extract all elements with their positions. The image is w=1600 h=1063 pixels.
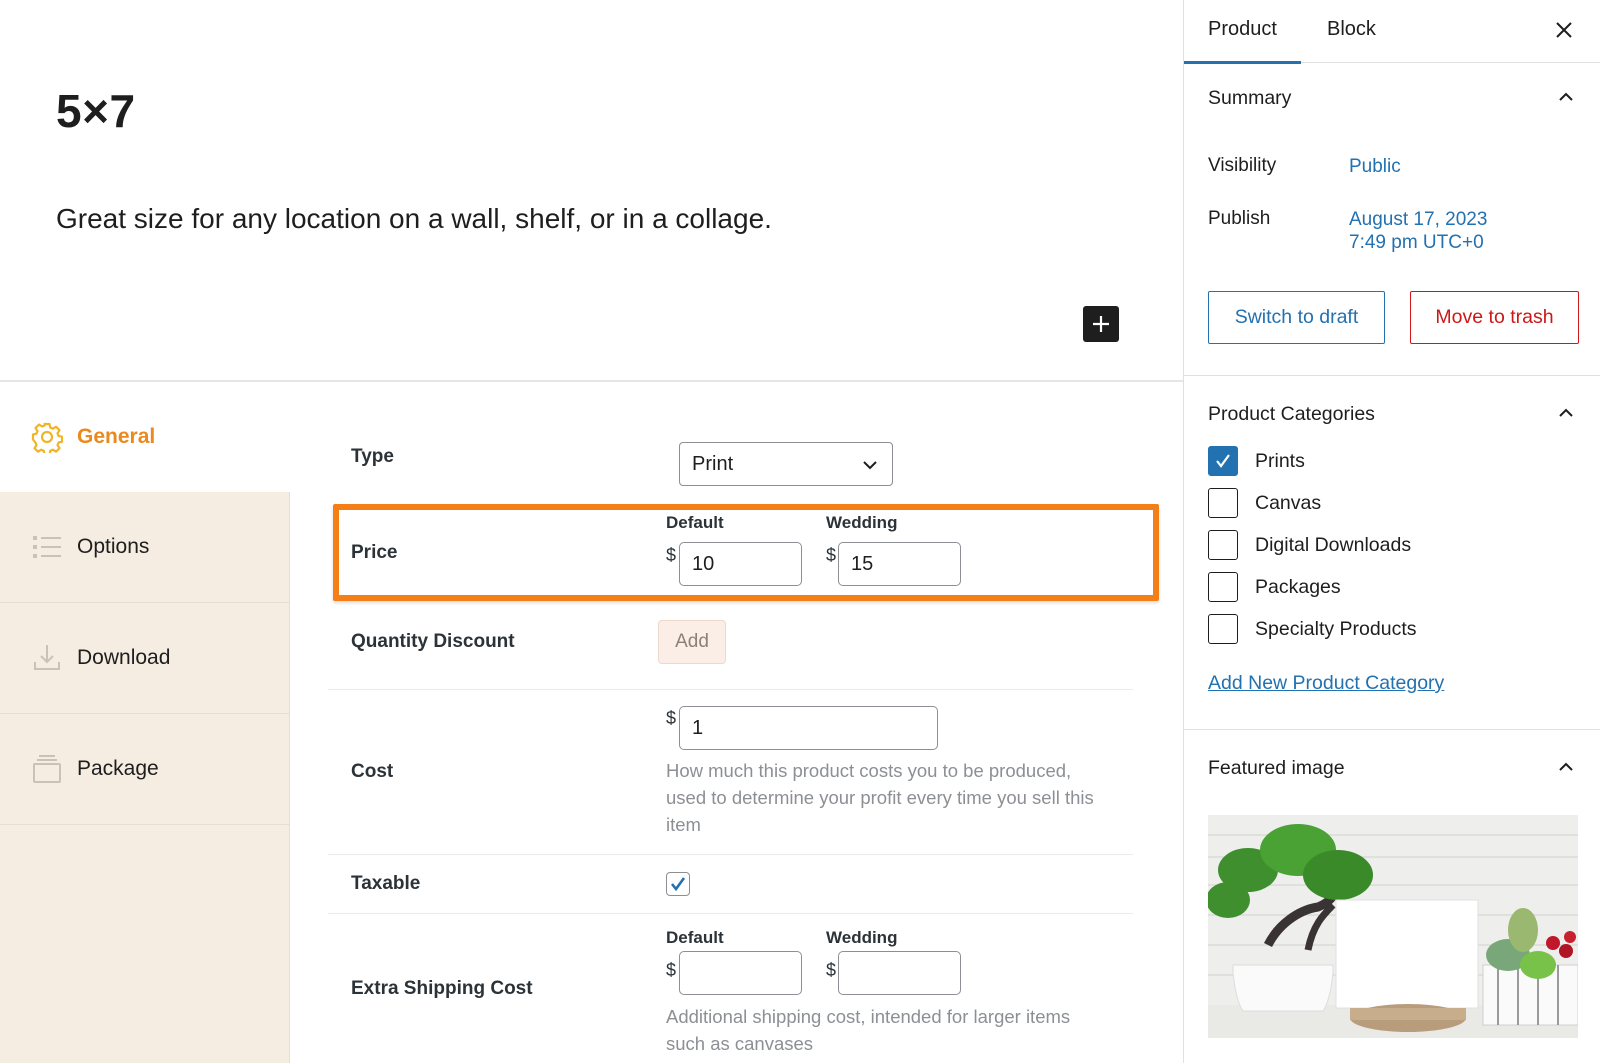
summary-panel: Summary Visibility Public Publish August…: [1184, 63, 1600, 376]
taxable-row: Taxable: [335, 855, 1140, 914]
type-label: Type: [351, 446, 394, 467]
metabox-tabs: General Options Download Package: [0, 382, 290, 1063]
tab-download-label: Download: [77, 646, 171, 669]
publish-time: 7:49 pm UTC+0: [1349, 232, 1484, 253]
tab-options-label: Options: [77, 535, 150, 558]
taxable-checkbox[interactable]: [666, 872, 690, 896]
editor-canvas: 5×7 Great size for any location on a wal…: [0, 0, 1183, 1063]
category-label: Digital Downloads: [1255, 533, 1412, 556]
tab-product[interactable]: Product: [1184, 0, 1301, 64]
category-checkbox[interactable]: [1208, 572, 1238, 602]
move-to-trash-button[interactable]: Move to trash: [1410, 291, 1579, 344]
tab-package[interactable]: Package: [0, 714, 290, 825]
extra-shipping-default-input[interactable]: [679, 951, 802, 995]
tab-block[interactable]: Block: [1327, 0, 1376, 63]
tab-options[interactable]: Options: [0, 492, 290, 603]
chevron-up-icon[interactable]: [1554, 755, 1578, 779]
summary-title[interactable]: Summary: [1208, 87, 1291, 110]
post-excerpt[interactable]: Great size for any location on a wall, s…: [56, 203, 772, 235]
checkmark-icon: [670, 877, 686, 892]
featured-image-title[interactable]: Featured image: [1208, 757, 1345, 780]
price-wedding-label: Wedding: [826, 513, 898, 532]
chevron-down-icon: [863, 461, 877, 470]
download-icon: [31, 642, 63, 674]
close-icon: [1556, 22, 1572, 38]
checkmark-icon: [1216, 454, 1230, 468]
chevron-up-icon[interactable]: [1554, 85, 1578, 109]
type-row: Type Print: [335, 382, 1140, 497]
close-sidebar-button[interactable]: [1550, 16, 1578, 44]
price-default-label: Default: [666, 513, 724, 532]
category-item-prints[interactable]: Prints: [1208, 446, 1305, 476]
chevron-up-icon[interactable]: [1554, 401, 1578, 425]
category-checkbox[interactable]: [1208, 488, 1238, 518]
currency-symbol: $: [826, 960, 837, 980]
extra-shipping-wedding-label: Wedding: [826, 928, 898, 947]
post-title[interactable]: 5×7: [56, 84, 136, 138]
package-icon: [31, 753, 63, 785]
currency-symbol: $: [666, 545, 677, 565]
switch-to-draft-button[interactable]: Switch to draft: [1208, 291, 1385, 344]
list-icon: [31, 531, 63, 563]
price-wedding-input[interactable]: [838, 542, 961, 586]
sidebar-tabs: Product Block: [1184, 0, 1600, 64]
visibility-value[interactable]: Public: [1349, 155, 1401, 178]
publish-label: Publish: [1208, 208, 1271, 229]
taxable-label: Taxable: [351, 873, 421, 894]
category-item-canvas[interactable]: Canvas: [1208, 488, 1321, 518]
price-row: Price Default $ Wedding $: [335, 504, 1140, 601]
quantity-discount-label: Quantity Discount: [351, 631, 515, 652]
extra-shipping-default-label: Default: [666, 928, 724, 947]
category-label: Canvas: [1255, 491, 1322, 514]
add-block-button[interactable]: [1083, 306, 1119, 342]
tabs-filler: [0, 825, 290, 1063]
product-categories-title[interactable]: Product Categories: [1208, 403, 1375, 426]
featured-image-art: [1208, 815, 1578, 1038]
settings-sidebar: Product Block Summary Visibility Public …: [1183, 0, 1600, 1063]
category-item-digital-downloads[interactable]: Digital Downloads: [1208, 530, 1411, 560]
currency-symbol: $: [826, 545, 837, 565]
cost-row: Cost $ How much this product costs you t…: [335, 690, 1140, 852]
cost-label: Cost: [351, 761, 394, 782]
visibility-label: Visibility: [1208, 155, 1277, 176]
add-new-category-link[interactable]: Add New Product Category: [1208, 672, 1444, 695]
category-item-specialty-products[interactable]: Specialty Products: [1208, 614, 1417, 644]
tab-download[interactable]: Download: [0, 603, 290, 714]
currency-symbol: $: [666, 960, 677, 980]
plus-icon: [1093, 316, 1109, 332]
category-checkbox[interactable]: [1208, 614, 1238, 644]
product-data-metabox: General Options Download Package Type Pr…: [0, 380, 1183, 1063]
extra-shipping-wedding-input[interactable]: [838, 951, 961, 995]
product-categories-panel: Product Categories Prints Canvas Digital…: [1184, 376, 1600, 730]
publish-date-link[interactable]: August 17, 2023 7:49 pm UTC+0: [1349, 208, 1487, 254]
tab-general-label: General: [77, 425, 156, 448]
featured-image-thumbnail[interactable]: [1208, 815, 1578, 1038]
cost-help-text: How much this product costs you to be pr…: [666, 760, 1094, 835]
category-label: Specialty Products: [1255, 617, 1417, 640]
currency-symbol: $: [666, 708, 677, 728]
add-quantity-discount-button[interactable]: Add: [658, 620, 726, 664]
type-select[interactable]: Print: [679, 442, 893, 486]
category-label: Prints: [1255, 449, 1305, 472]
category-checkbox[interactable]: [1208, 530, 1238, 560]
tab-general[interactable]: General: [0, 382, 290, 492]
price-label: Price: [351, 542, 398, 563]
quantity-discount-row: Quantity Discount: [335, 601, 1140, 691]
tab-package-label: Package: [77, 757, 159, 780]
price-default-input[interactable]: [679, 542, 802, 586]
extra-shipping-help-text: Additional shipping cost, intended for l…: [666, 1006, 1071, 1054]
category-item-packages[interactable]: Packages: [1208, 572, 1341, 602]
type-select-value: Print: [692, 453, 734, 475]
extra-shipping-label: Extra Shipping Cost: [351, 978, 533, 999]
general-fields: Type Print Price Default $ Wedding $ Qua…: [328, 382, 1159, 1063]
extra-shipping-row: Extra Shipping Cost Default $ Wedding $ …: [335, 914, 1140, 1063]
cost-input[interactable]: [679, 706, 938, 750]
category-checkbox[interactable]: [1208, 446, 1238, 476]
category-label: Packages: [1255, 575, 1341, 598]
gear-icon: [31, 421, 63, 453]
publish-date: August 17, 2023: [1349, 209, 1488, 230]
